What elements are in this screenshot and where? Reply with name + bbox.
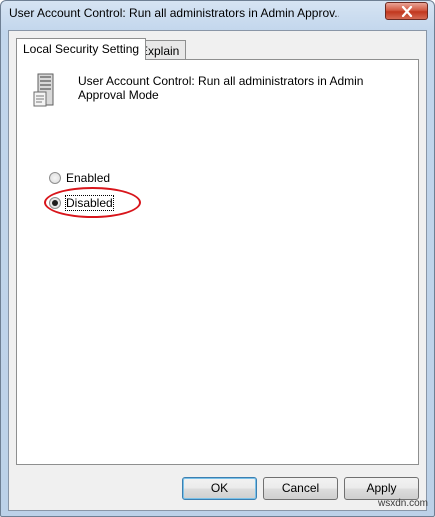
ok-button[interactable]: OK — [182, 477, 257, 500]
enabled-radio[interactable] — [49, 172, 61, 184]
tab-panel: User Account Control: Run all administra… — [16, 59, 419, 465]
tab-local-security-setting[interactable]: Local Security Setting — [16, 38, 147, 60]
apply-button[interactable]: Apply — [344, 477, 419, 500]
policy-name: User Account Control: Run all administra… — [78, 74, 364, 102]
close-button[interactable] — [385, 2, 428, 20]
server-policy-icon — [33, 73, 57, 110]
close-icon — [401, 6, 413, 17]
enabled-label[interactable]: Enabled — [66, 171, 110, 185]
cancel-button[interactable]: Cancel — [263, 477, 338, 500]
dialog-client-area: Local Security Setting Explain User Acco… — [8, 30, 427, 511]
dialog-window: User Account Control: Run all administra… — [0, 0, 435, 517]
watermark: wsxdn.com — [377, 498, 428, 509]
title-bar[interactable]: User Account Control: Run all administra… — [1, 1, 434, 25]
red-highlight-circle — [44, 187, 141, 218]
window-title: User Account Control: Run all administra… — [9, 6, 339, 20]
